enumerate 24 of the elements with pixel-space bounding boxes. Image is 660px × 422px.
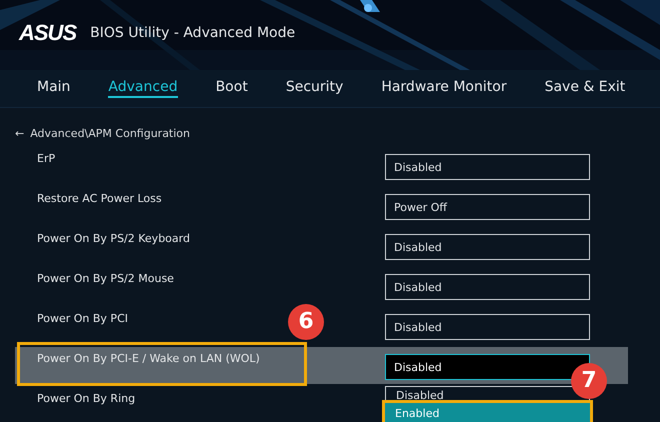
- tab[interactable]: Boot: [216, 80, 248, 98]
- setting-label: Restore AC Power Loss: [37, 193, 162, 207]
- callout-badge: 6: [288, 304, 324, 340]
- dropdown-field[interactable]: Disabled: [385, 274, 590, 300]
- dropdown-option[interactable]: Enabled: [385, 403, 590, 422]
- breadcrumb: Advanced\APM Configuration: [30, 128, 190, 138]
- setting-label: Power On By Ring: [37, 393, 136, 407]
- window-title: BIOS Utility - Advanced Mode: [90, 26, 296, 40]
- setting-label: Power On By PS/2 Keyboard: [37, 233, 190, 247]
- dropdown-field[interactable]: Disabled: [385, 314, 590, 340]
- setting-label: ErP: [37, 153, 56, 167]
- setting-label: Power On By PS/2 Mouse: [37, 273, 174, 287]
- dropdown-field[interactable]: Disabled: [385, 154, 590, 180]
- tab[interactable]: Security: [286, 80, 344, 98]
- back-button[interactable]: ←: [15, 128, 24, 138]
- dropdown-field[interactable]: Power Off: [385, 194, 590, 220]
- tab[interactable]: Save & Exit: [544, 80, 626, 98]
- dropdown-field[interactable]: Disabled: [385, 234, 590, 260]
- tab[interactable]: Main: [37, 80, 70, 98]
- setting-label: Power On By PCI-E / Wake on LAN (WOL): [37, 353, 260, 367]
- tab[interactable]: Advanced: [108, 80, 178, 98]
- setting-label: Power On By PCI: [37, 313, 128, 327]
- tab[interactable]: Hardware Monitor: [381, 80, 507, 98]
- logo: ASUS: [19, 22, 76, 44]
